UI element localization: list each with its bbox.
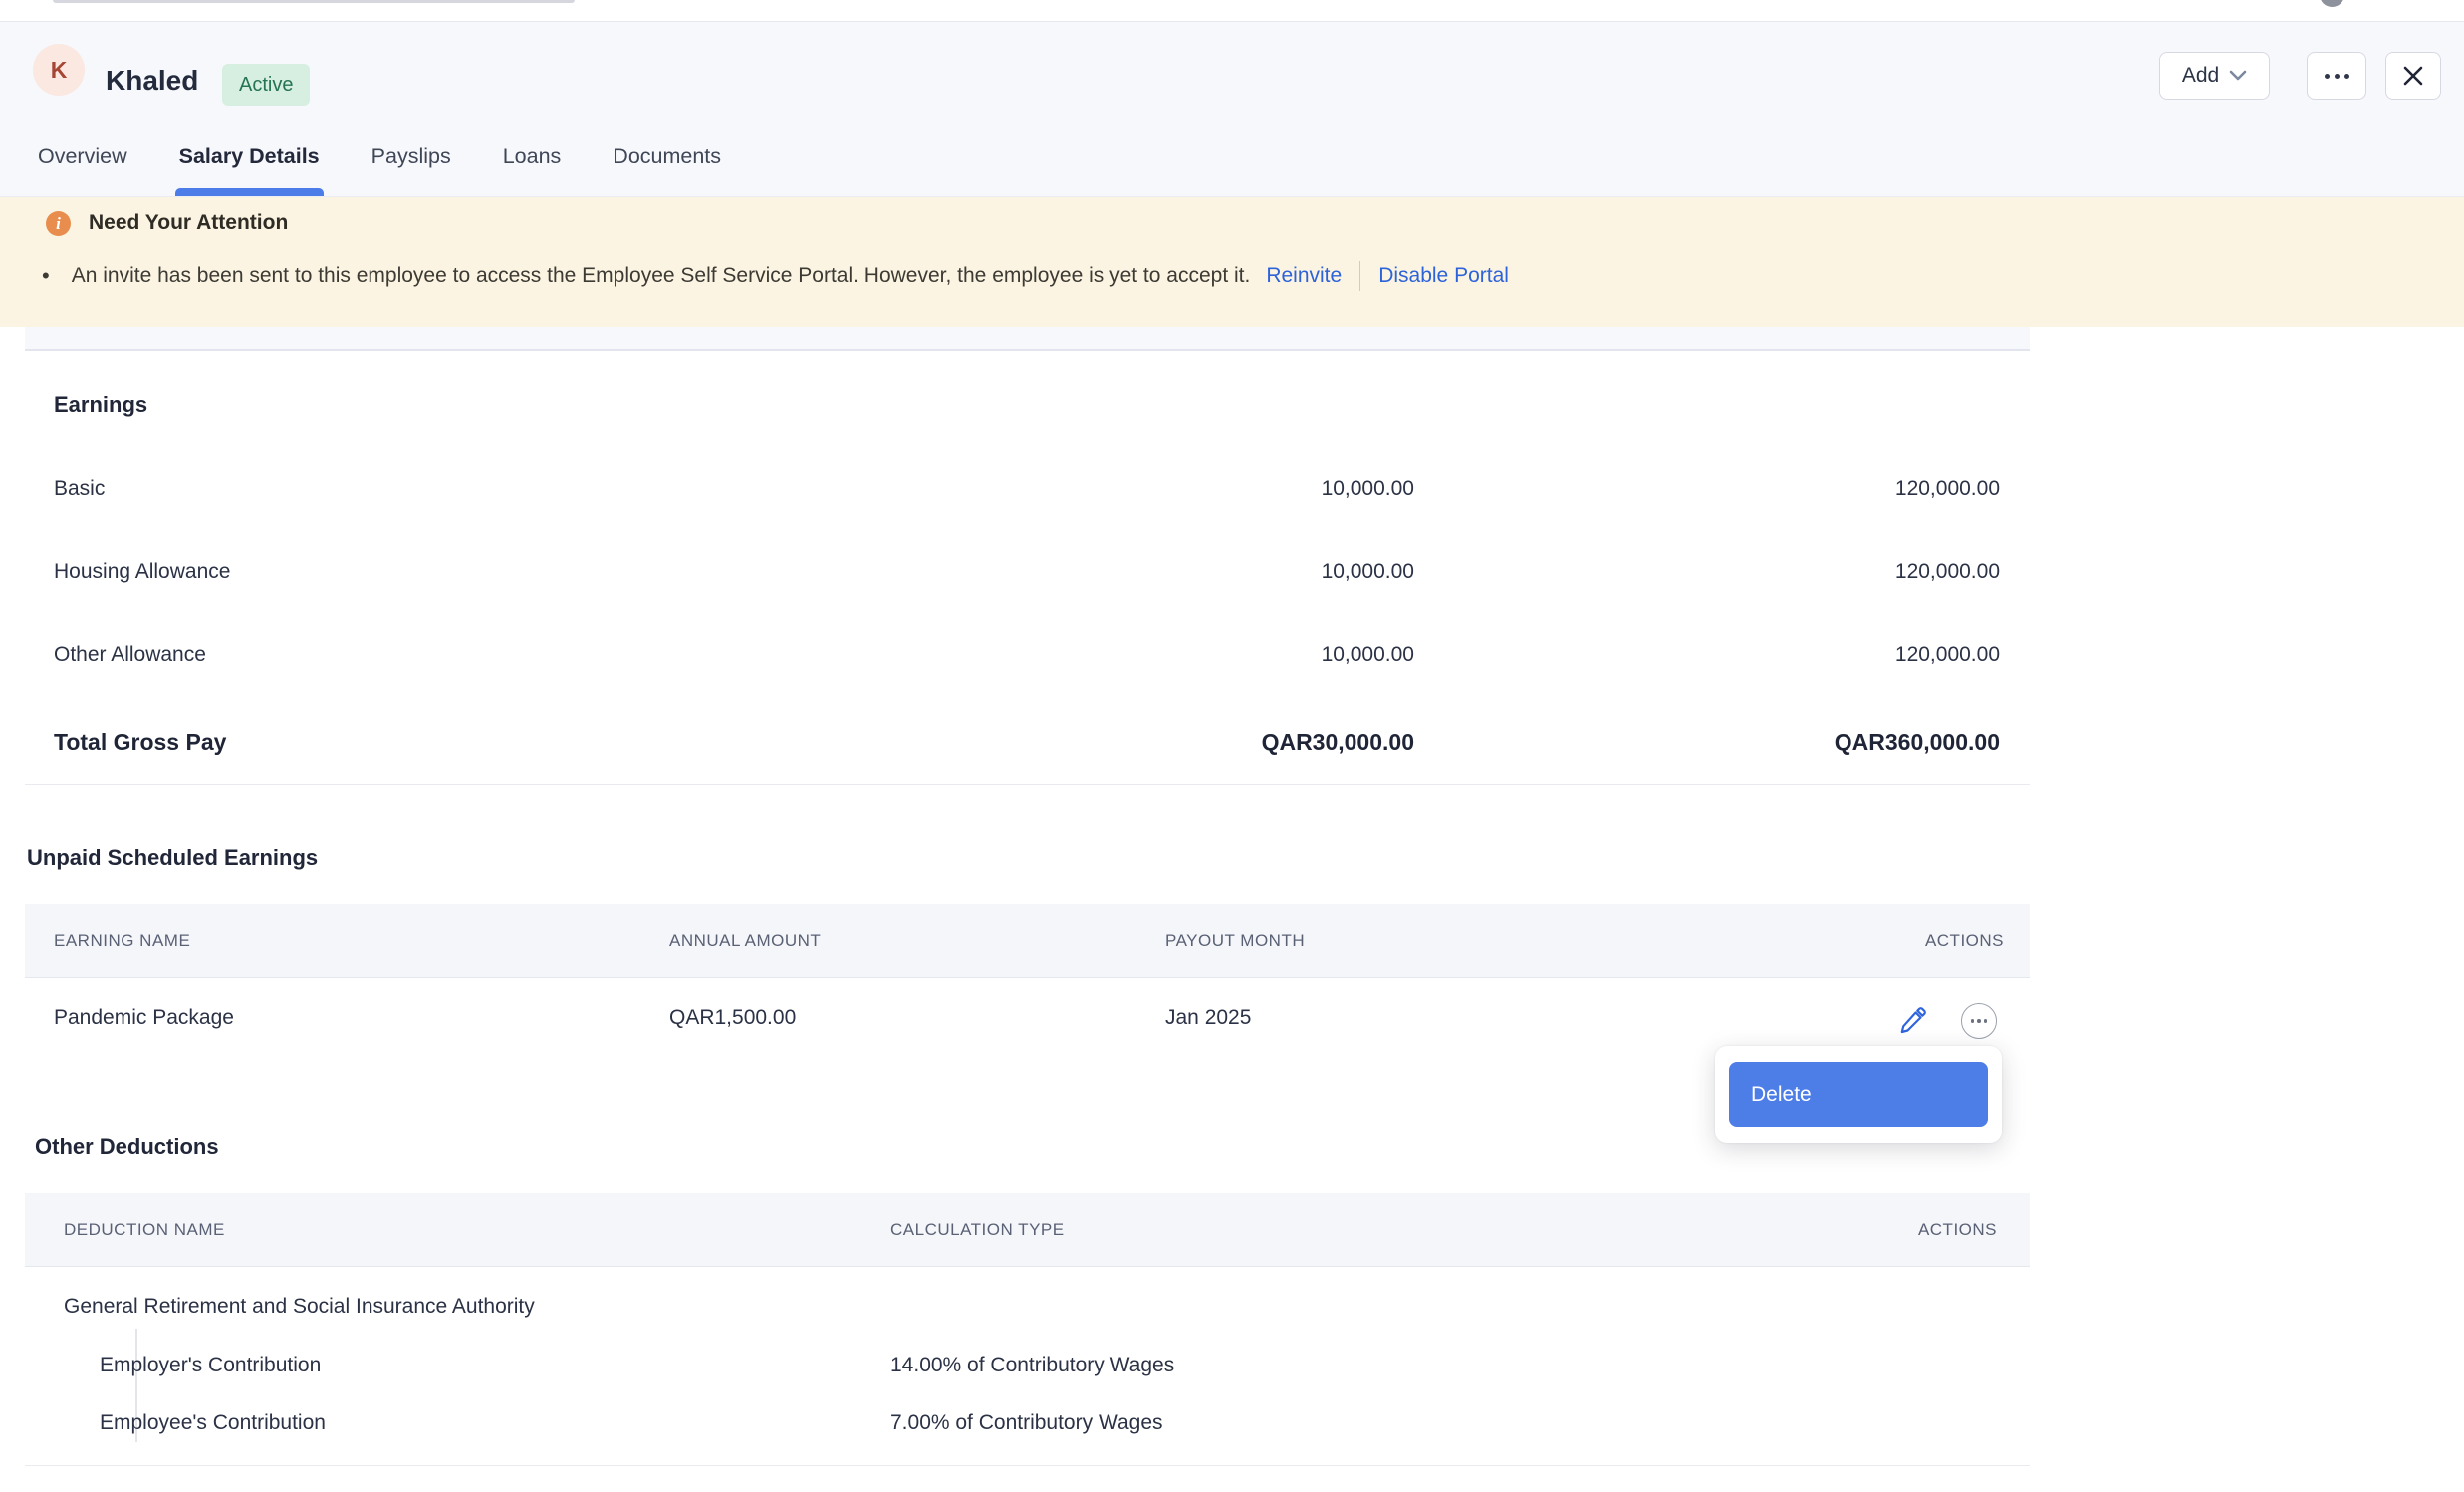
unpaid-row-annual-amount: QAR1,500.00 [669, 1006, 796, 1030]
employee-drawer-header: K Khaled Active Add Overview Salary Deta… [0, 22, 2464, 197]
banner-message: An invite has been sent to this employee… [72, 264, 1251, 288]
topbar [0, 0, 2464, 22]
banner-title: Need Your Attention [89, 211, 288, 235]
disable-portal-link[interactable]: Disable Portal [1378, 264, 1509, 288]
deduction-row-calculation: 14.00% of Contributory Wages [890, 1354, 1174, 1377]
active-tab-underline [175, 188, 324, 196]
row-actions-popover: Delete [1715, 1046, 2002, 1143]
unpaid-row-payout-month: Jan 2025 [1165, 1006, 1251, 1030]
add-button[interactable]: Add [2159, 52, 2270, 100]
col-deduction-name: DEDUCTION NAME [64, 1193, 225, 1267]
other-deductions-table-header: DEDUCTION NAME CALCULATION TYPE ACTIONS [25, 1193, 2030, 1267]
ellipsis-icon [2325, 74, 2349, 79]
unpaid-earnings-section-title: Unpaid Scheduled Earnings [27, 845, 318, 870]
chevron-down-icon [2229, 70, 2247, 82]
tab-label: Loans [503, 144, 562, 169]
tab-label: Documents [613, 144, 721, 169]
employee-avatar: K [33, 44, 85, 96]
deduction-row-name: Employer's Contribution [100, 1354, 321, 1377]
unpaid-row-earning-name: Pandemic Package [54, 1006, 234, 1030]
other-deductions-section-title: Other Deductions [35, 1134, 219, 1160]
earning-row-monthly: 10,000.00 [1322, 643, 1414, 667]
attention-banner: i Need Your Attention • An invite has be… [0, 197, 2464, 327]
tab-bar: Overview Salary Details Payslips Loans D… [36, 117, 723, 196]
earning-row-name: Housing Allowance [54, 560, 230, 584]
user-avatar-partial[interactable] [2320, 0, 2344, 7]
status-badge: Active [222, 64, 310, 106]
deduction-row-calculation: 7.00% of Contributory Wages [890, 1411, 1163, 1435]
tab-label: Payslips [371, 144, 451, 169]
deduction-row-name: Employee's Contribution [100, 1411, 326, 1435]
tab-label: Salary Details [179, 144, 320, 169]
earning-row-name: Basic [54, 477, 105, 501]
tab-documents[interactable]: Documents [611, 117, 723, 196]
total-gross-pay-label: Total Gross Pay [54, 729, 226, 756]
earning-row-yearly: 120,000.00 [1895, 560, 2000, 584]
scrolled-section-remnant [25, 327, 2030, 351]
edit-button[interactable] [1895, 1004, 1929, 1038]
col-payout-month: PAYOUT MONTH [1165, 904, 1305, 978]
tab-salary-details[interactable]: Salary Details [177, 117, 322, 196]
earnings-section-title: Earnings [54, 392, 147, 418]
col-calculation-type: CALCULATION TYPE [890, 1193, 1065, 1267]
ellipsis-icon [1971, 1019, 1975, 1023]
tab-loans[interactable]: Loans [501, 117, 564, 196]
pencil-icon [1897, 1006, 1927, 1036]
link-divider [1359, 261, 1360, 291]
more-actions-button[interactable] [2307, 52, 2366, 100]
earning-row-yearly: 120,000.00 [1895, 643, 2000, 667]
earning-row-monthly: 10,000.00 [1322, 560, 1414, 584]
col-actions: ACTIONS [1918, 1193, 1997, 1267]
col-annual-amount: ANNUAL AMOUNT [669, 904, 821, 978]
close-icon [2402, 65, 2424, 87]
row-more-actions-button[interactable] [1961, 1003, 1997, 1039]
total-gross-pay-yearly: QAR360,000.00 [1835, 729, 2000, 756]
salary-details-content: Earnings Basic 10,000.00 120,000.00 Hous… [0, 351, 2464, 1492]
col-actions: ACTIONS [1925, 904, 2004, 978]
delete-menu-item[interactable]: Delete [1729, 1062, 1988, 1127]
col-earning-name: EARNING NAME [54, 904, 190, 978]
unpaid-earnings-table-header: EARNING NAME ANNUAL AMOUNT PAYOUT MONTH … [25, 904, 2030, 978]
bullet-point: • [42, 263, 50, 289]
earning-row-yearly: 120,000.00 [1895, 477, 2000, 501]
employee-avatar-initial: K [51, 57, 68, 84]
employee-name: Khaled [106, 65, 198, 97]
tab-overview[interactable]: Overview [36, 117, 129, 196]
tab-label: Overview [38, 144, 127, 169]
topbar-search-underline [53, 0, 575, 3]
section-divider [25, 784, 2030, 785]
earning-row-monthly: 10,000.00 [1322, 477, 1414, 501]
total-gross-pay-monthly: QAR30,000.00 [1262, 729, 1414, 756]
section-divider [25, 1465, 2030, 1466]
info-icon: i [46, 211, 71, 236]
deduction-group-name: General Retirement and Social Insurance … [64, 1295, 535, 1319]
close-button[interactable] [2385, 52, 2441, 100]
reinvite-link[interactable]: Reinvite [1266, 264, 1342, 288]
earning-row-name: Other Allowance [54, 643, 206, 667]
add-button-label: Add [2182, 64, 2219, 88]
tab-payslips[interactable]: Payslips [370, 117, 453, 196]
